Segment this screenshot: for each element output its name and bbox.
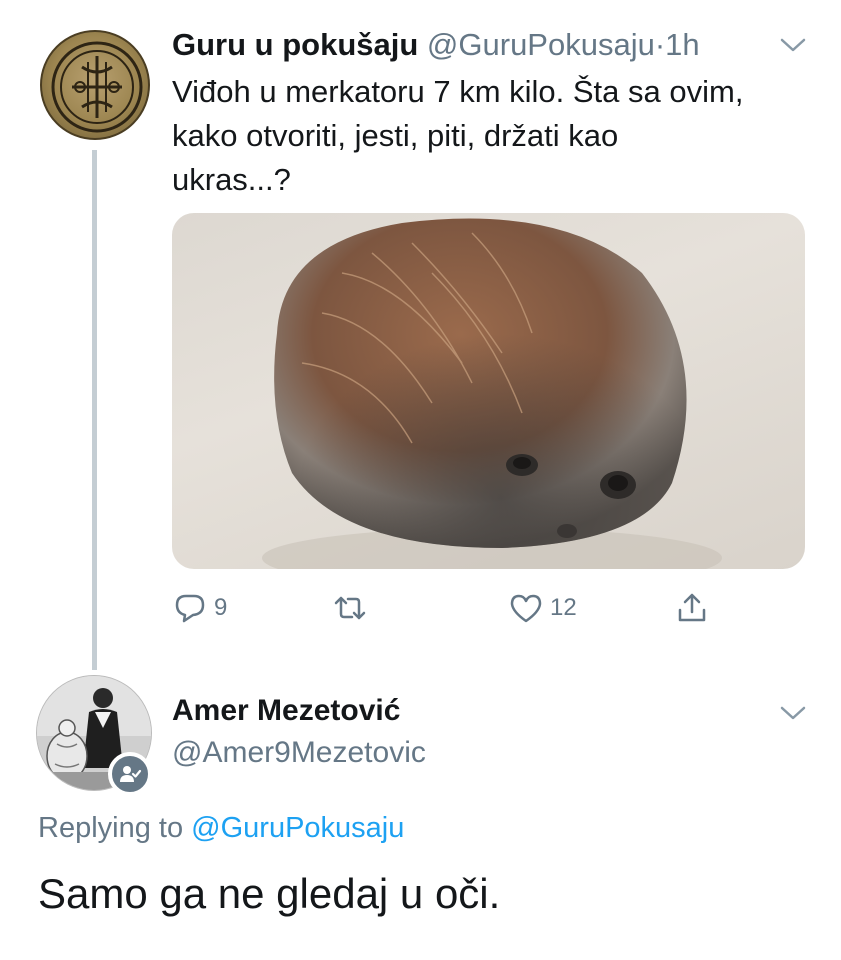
tweet-text-line: kako otvoriti, jesti, piti, držati kao <box>172 118 619 153</box>
heart-icon <box>510 594 542 623</box>
tweet-timestamp[interactable]: 1h <box>665 27 699 62</box>
tweet-header: Guru u pokušaju @GuruPokusaju·1h <box>172 26 700 64</box>
replying-prefix: Replying to <box>38 812 184 844</box>
reply-bubble-icon <box>175 594 205 623</box>
reply-text: Samo ga ne gledaj u oči. <box>38 870 501 917</box>
original-tweet: Guru u pokušaju @GuruPokusaju·1h Viđoh u… <box>0 0 841 670</box>
like-action[interactable]: 12 <box>508 588 577 628</box>
tweet-actions-bar: 9 12 <box>172 588 732 628</box>
reply-count: 9 <box>214 594 228 621</box>
chevron-down-icon[interactable] <box>776 34 810 56</box>
thread-connector-line <box>92 150 97 670</box>
tweet-text-line: ukras...? <box>172 162 291 197</box>
author-name[interactable]: Guru u pokušaju <box>172 27 418 62</box>
follow-user-icon[interactable] <box>108 752 152 796</box>
retweet-action[interactable] <box>332 588 374 628</box>
tweet-text: Viđoh u merkatoru 7 km kilo. Šta sa ovim… <box>172 70 822 202</box>
coconut-photo <box>262 218 722 569</box>
retweet-icon <box>334 596 366 620</box>
reply-action[interactable]: 9 <box>172 588 227 628</box>
like-count: 12 <box>550 594 577 621</box>
author-handle[interactable]: @GuruPokusaju <box>427 27 655 62</box>
chevron-down-icon[interactable] <box>776 702 810 724</box>
tweet-text-line: Viđoh u merkatoru 7 km kilo. Šta sa ovim… <box>172 74 744 109</box>
tweet-media-image[interactable] <box>172 213 805 569</box>
sigil-seal-icon[interactable] <box>40 30 150 140</box>
reply-author-handle[interactable]: @Amer9Mezetovic <box>172 736 426 770</box>
replying-to-line: Replying to @GuruPokusaju <box>38 812 404 845</box>
share-icon <box>678 593 706 622</box>
header-separator: · <box>654 27 666 62</box>
reply-author-name[interactable]: Amer Mezetović <box>172 694 400 728</box>
share-action[interactable] <box>674 588 710 628</box>
replying-to-link[interactable]: @GuruPokusaju <box>191 812 404 844</box>
